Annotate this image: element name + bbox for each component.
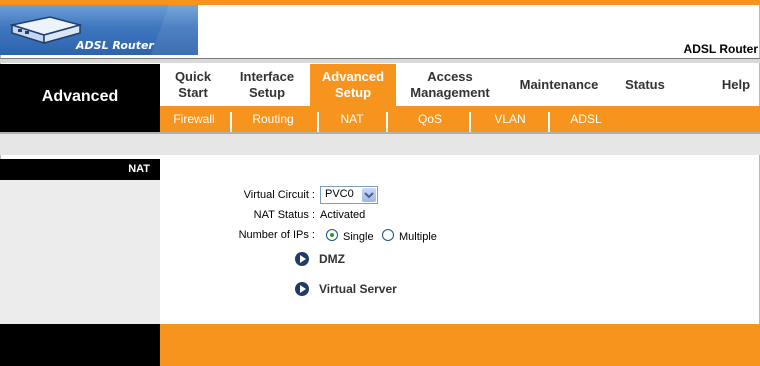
arrow-right-icon[interactable] — [295, 282, 309, 296]
arrow-right-icon[interactable] — [295, 252, 309, 266]
router-logo: ADSL Router — [0, 5, 198, 55]
virtual-circuit-value: PVC0 — [325, 188, 354, 200]
radio-multiple[interactable] — [382, 229, 394, 241]
submenu-firewall[interactable]: Firewall — [162, 106, 226, 132]
tab-label-line1: Access — [427, 69, 473, 84]
virtual-circuit-label: Virtual Circuit : — [243, 189, 315, 201]
virtual-server-link[interactable]: Virtual Server — [319, 282, 397, 296]
page-title: ADSL Router — [683, 42, 758, 56]
tab-label-line2: Management — [410, 85, 490, 100]
virtual-circuit-select[interactable]: PVC0 — [320, 186, 378, 204]
sidebar-panel — [0, 180, 160, 324]
submenu-routing[interactable]: Routing — [242, 106, 304, 132]
submenu-separator — [469, 112, 471, 132]
dmz-link[interactable]: DMZ — [319, 252, 345, 266]
nat-status-value: Activated — [320, 209, 366, 221]
radio-multiple-label: Multiple — [399, 231, 437, 243]
section-label: Advanced — [41, 88, 119, 105]
content-top-band — [0, 134, 760, 155]
tab-label-line2: Setup — [248, 85, 286, 100]
tab-label-line2: Start — [178, 85, 208, 100]
footer-bar — [160, 324, 760, 366]
submenu-adsl[interactable]: ADSL — [558, 106, 614, 132]
logo-text: ADSL Router — [76, 39, 154, 52]
submenu-separator — [386, 112, 388, 132]
tab-label-line2: Setup — [334, 85, 372, 100]
tab-label-line1: Status — [625, 77, 665, 92]
tab-label-line1: Help — [721, 77, 751, 92]
tab-label-line1: Advanced — [321, 69, 385, 84]
chevron-down-icon — [364, 192, 374, 199]
radio-selected-dot — [330, 233, 334, 237]
tab-label-line1: Maintenance — [519, 77, 599, 92]
submenu-separator — [548, 112, 550, 132]
dropdown-button[interactable] — [362, 188, 376, 202]
tab-maintenance[interactable]: Maintenance — [512, 64, 606, 106]
submenu-vlan[interactable]: VLAN — [482, 106, 538, 132]
radio-single[interactable] — [326, 229, 338, 241]
submenu-separator — [230, 112, 232, 132]
tab-status[interactable]: Status — [618, 64, 672, 106]
submenu-separator — [317, 112, 319, 132]
footer-left — [0, 324, 160, 366]
submenu-qos[interactable]: QoS — [402, 106, 458, 132]
radio-single-label: Single — [343, 231, 374, 243]
tab-help[interactable]: Help — [712, 64, 760, 106]
submenu-nat[interactable]: NAT — [326, 106, 378, 132]
tab-access-management[interactable]: Access Management — [404, 64, 496, 106]
tab-label-line1: Interface — [239, 69, 295, 84]
tab-advanced-setup[interactable]: Advanced Setup — [310, 64, 396, 106]
page-label: NAT — [128, 163, 150, 175]
header-shadow — [0, 59, 760, 63]
nat-status-label: NAT Status : — [253, 209, 315, 221]
tab-label-line1: Quick — [174, 69, 212, 84]
number-of-ips-label: Number of IPs : — [238, 229, 315, 241]
tab-interface-setup[interactable]: Interface Setup — [228, 64, 306, 106]
tab-quick-start[interactable]: Quick Start — [160, 64, 226, 106]
router-device-icon — [10, 16, 82, 45]
